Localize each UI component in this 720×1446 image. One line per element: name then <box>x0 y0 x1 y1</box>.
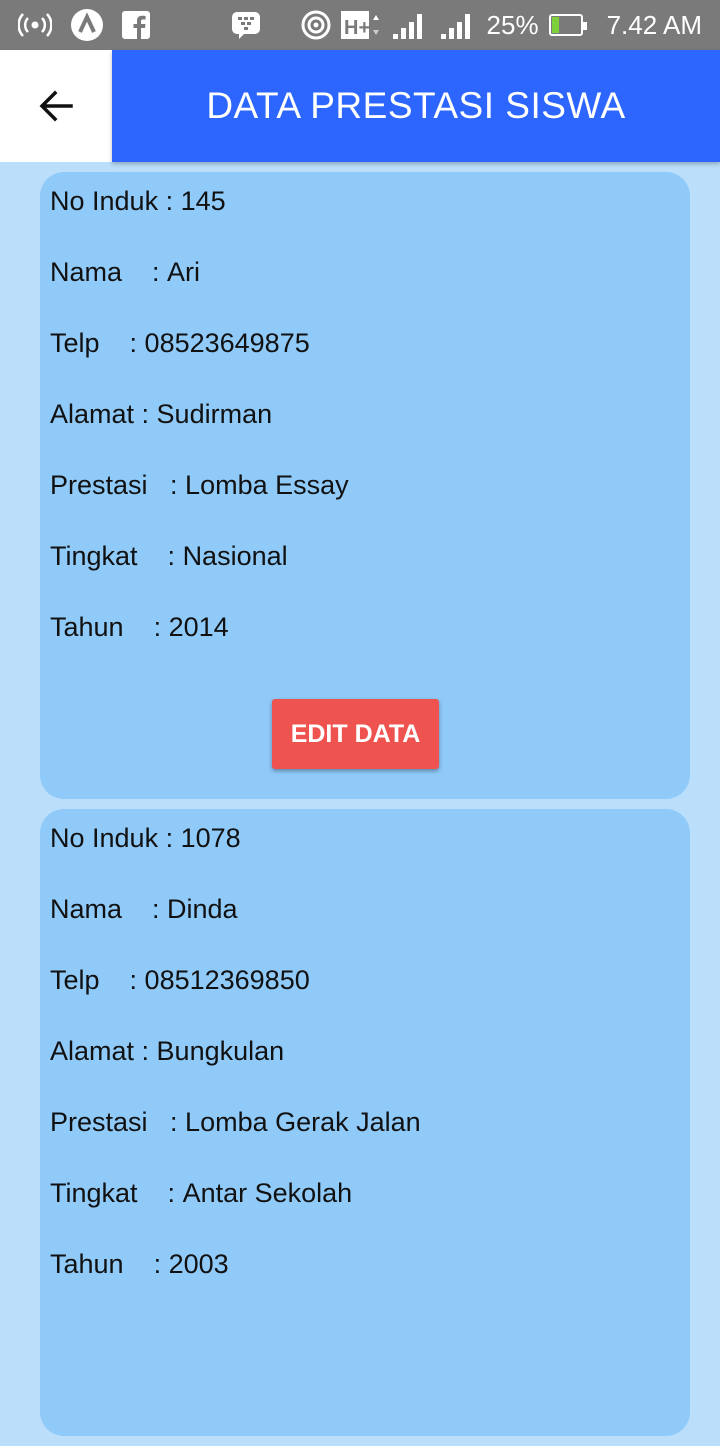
student-card: No Induk : 1078 Nama : Dinda Telp : 0851… <box>40 809 690 1436</box>
arrow-back-icon <box>39 90 73 122</box>
tingkat-label: Tingkat : <box>50 1178 183 1208</box>
tahun-value: 2014 <box>168 612 229 642</box>
tingkat-value: Nasional <box>182 541 288 571</box>
bbm-icon <box>231 11 261 39</box>
tingkat-row: Tingkat : Antar Sekolah <box>50 1164 680 1235</box>
nama-label: Nama : <box>50 257 168 287</box>
alamat-label: Alamat : <box>50 1036 157 1066</box>
tingkat-row: Tingkat : Nasional <box>50 527 680 598</box>
signal-icon-2 <box>439 10 477 40</box>
no-induk-row: No Induk : 1078 <box>50 809 680 880</box>
telp-row: Telp : 08523649875 <box>50 314 680 385</box>
prestasi-row: Prestasi : Lomba Essay <box>50 456 680 527</box>
telp-label: Telp : <box>50 965 145 995</box>
no-induk-label: No Induk : <box>50 823 181 853</box>
no-induk-label: No Induk : <box>50 186 181 216</box>
alamat-value: Bungkulan <box>156 1036 285 1066</box>
nama-value: Dinda <box>167 894 238 924</box>
nama-row: Nama : Dinda <box>50 880 680 951</box>
tingkat-value: Antar Sekolah <box>182 1178 353 1208</box>
tahun-value: 2003 <box>168 1249 229 1279</box>
prestasi-row: Prestasi : Lomba Gerak Jalan <box>50 1093 680 1164</box>
prestasi-label: Prestasi : <box>50 1107 186 1137</box>
facebook-icon <box>122 11 150 39</box>
telp-row: Telp : 08512369850 <box>50 951 680 1022</box>
alamat-row: Alamat : Bungkulan <box>50 1022 680 1093</box>
tahun-row: Tahun : 2014 <box>50 598 680 669</box>
alamat-value: Sudirman <box>156 399 273 429</box>
prestasi-value: Lomba Essay <box>185 470 349 500</box>
title-bar: DATA PRESTASI SISWA <box>112 50 720 162</box>
no-induk-row: No Induk : 145 <box>50 172 680 243</box>
page-title: DATA PRESTASI SISWA <box>206 85 626 126</box>
nama-row: Nama : Ari <box>50 243 680 314</box>
alamat-label: Alamat : <box>50 399 157 429</box>
telp-label: Telp : <box>50 328 145 358</box>
nama-value: Ari <box>167 257 201 287</box>
tahun-label: Tahun : <box>50 1249 169 1279</box>
student-list: No Induk : 145 Nama : Ari Telp : 0852364… <box>40 172 690 1446</box>
prestasi-value: Lomba Gerak Jalan <box>185 1107 421 1137</box>
telp-value: 08512369850 <box>144 965 310 995</box>
edit-data-button[interactable]: EDIT DATA <box>272 699 439 769</box>
clock: 7.42 AM <box>606 9 702 40</box>
app-bar: DATA PRESTASI SISWA <box>0 50 720 162</box>
tingkat-label: Tingkat : <box>50 541 183 571</box>
wifi-calling-icon <box>301 10 331 40</box>
prestasi-label: Prestasi : <box>50 470 186 500</box>
no-induk-value: 1078 <box>180 823 241 853</box>
hotspot-icon <box>18 12 52 38</box>
no-induk-value: 145 <box>180 186 226 216</box>
status-bar: H+ 25% 7.42 AM <box>0 0 720 50</box>
tahun-row: Tahun : 2003 <box>50 1235 680 1306</box>
signal-icon <box>391 10 429 40</box>
nama-label: Nama : <box>50 894 168 924</box>
battery-percentage: 25% <box>486 9 539 40</box>
tahun-label: Tahun : <box>50 612 169 642</box>
network-type-icon: H+ <box>340 10 381 40</box>
app-icon <box>70 8 104 42</box>
student-card: No Induk : 145 Nama : Ari Telp : 0852364… <box>40 172 690 799</box>
battery-icon <box>548 14 587 36</box>
back-button[interactable] <box>0 50 112 162</box>
telp-value: 08523649875 <box>144 328 310 358</box>
svg-text:H+: H+ <box>344 17 370 39</box>
alamat-row: Alamat : Sudirman <box>50 385 680 456</box>
